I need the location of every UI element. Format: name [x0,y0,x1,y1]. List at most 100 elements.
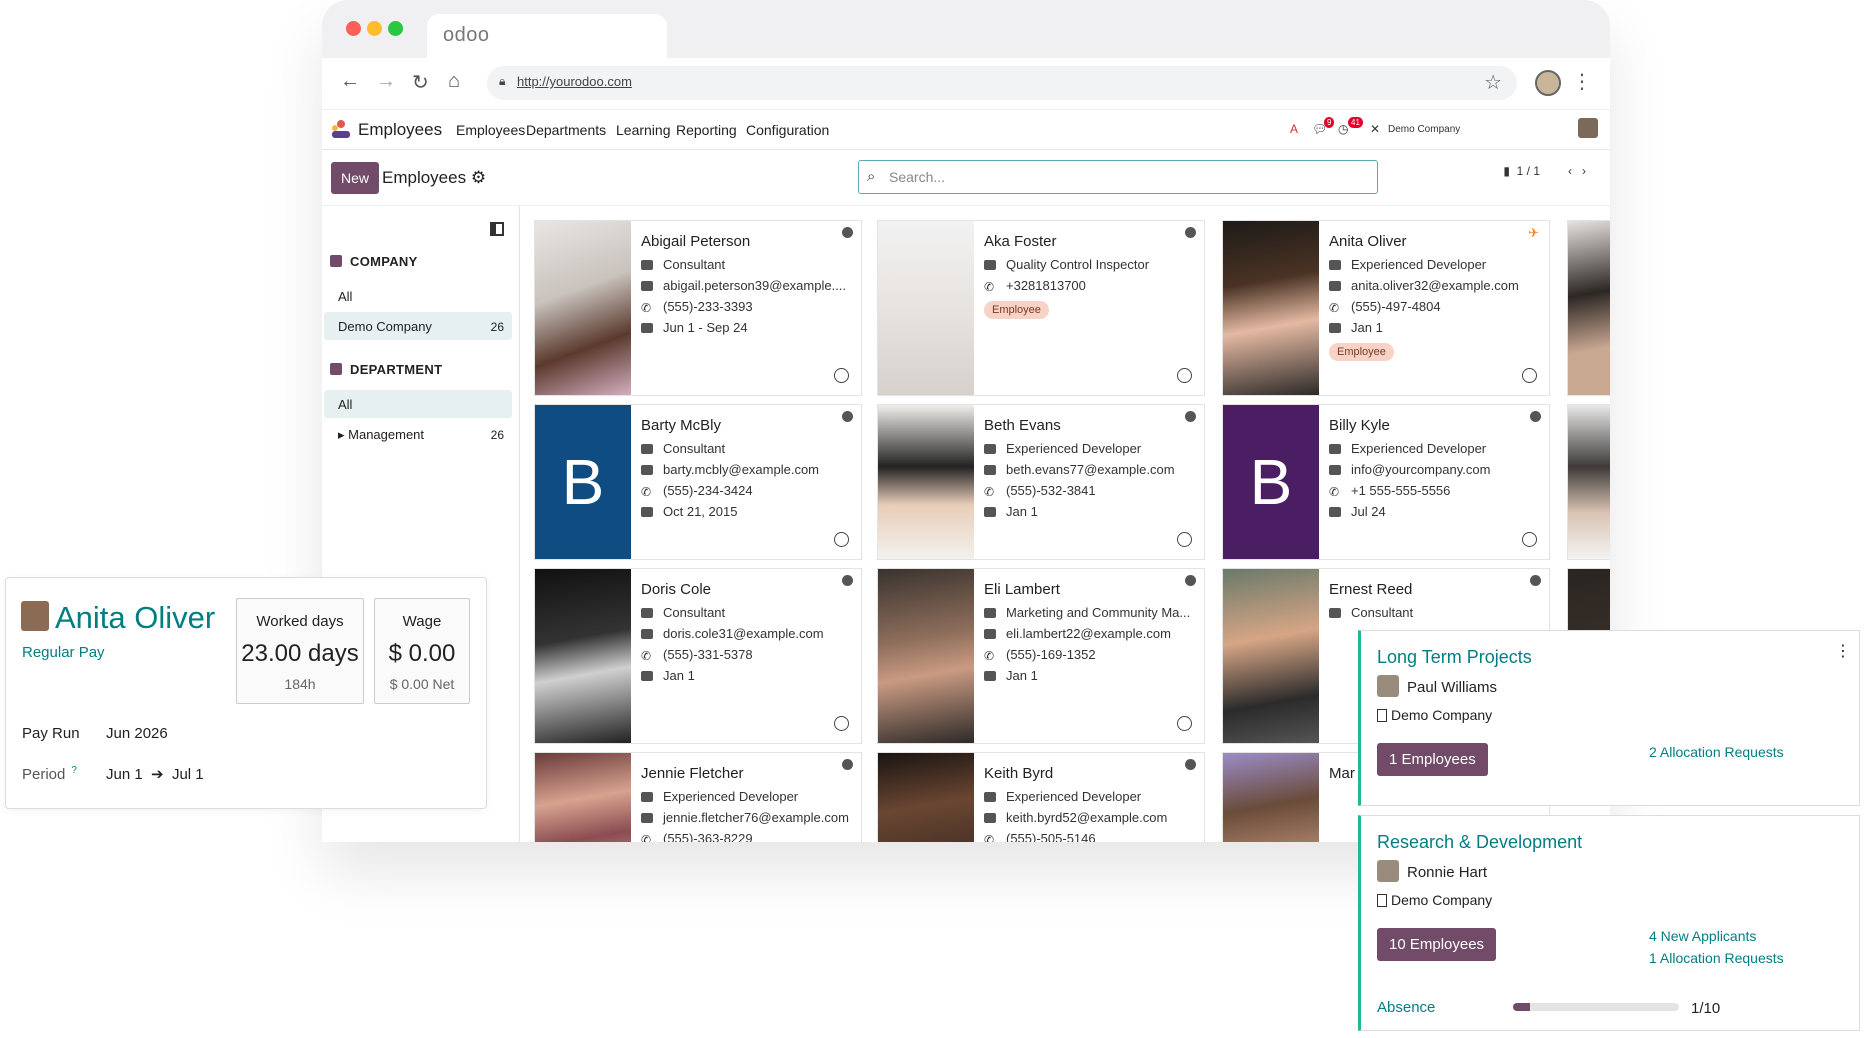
employee-card[interactable]: Aka Foster Quality Control Inspector ✆ +3… [877,220,1205,396]
briefcase-icon [984,444,996,454]
phone-icon: ✆ [641,649,652,662]
wage-net-value: $ 0.00 Net [389,676,455,692]
presence-status-icon [842,411,853,422]
caret-right-icon: ▸ [338,427,349,442]
worked-hours-value: 184h [284,676,316,692]
absence-label[interactable]: Absence [1377,999,1435,1016]
employee-name: Barty McBly [641,417,722,434]
employee-card[interactable]: B Billy Kyle Experienced Developer info@… [1222,404,1550,560]
stage: odoo ← → ↻ ⌂ 🔒︎ http://yourodoo.com ☆ ⋮ … [0,0,1867,1038]
presence-status-icon [842,227,853,238]
worked-days-value: 23.00 days [241,640,359,667]
employee-card[interactable]: Eli Lambert Marketing and Community Ma..… [877,568,1205,744]
absence-progress-fill [1513,1003,1530,1011]
period-range: Jun 1 ➔ Jul 1 [106,766,204,783]
payslip-card[interactable]: Anita Oliver Regular Pay Worked days 23.… [5,577,487,809]
employee-photo [535,569,631,743]
phone-icon: ✆ [641,833,652,842]
worked-days-stat[interactable]: Worked days 23.00 days 184h [236,598,364,704]
employee-name: Abigail Peterson [641,233,751,250]
employee-photo [1568,405,1610,559]
employees-button[interactable]: 1 Employees [1377,743,1488,776]
calendar-icon [641,323,653,333]
presence-status-icon [1185,411,1196,422]
briefcase-icon [1329,608,1341,618]
envelope-icon [641,813,653,823]
employee-photo [878,753,974,842]
employee-photo: B [535,405,631,559]
project-title[interactable]: Research & Development [1377,832,1582,853]
building-icon [330,255,342,267]
sidebar-item-company-all[interactable]: All [324,282,512,310]
calendar-icon [641,507,653,517]
employee-name: Keith Byrd [984,765,1054,782]
company-heading: COMPANY [330,254,418,269]
wage-label: Wage [402,613,442,630]
kebab-menu-icon[interactable]: ⋮ [1835,641,1851,661]
activity-clock-icon[interactable] [1177,532,1192,547]
calendar-icon [984,671,996,681]
envelope-icon [641,629,653,639]
project-card-long-term[interactable]: Long Term Projects Paul Williams Demo Co… [1358,630,1860,806]
activity-clock-icon[interactable] [1177,716,1192,731]
activity-clock-icon[interactable] [1522,532,1537,547]
allocation-requests-link[interactable]: 1 Allocation Requests [1649,950,1784,966]
employee-card[interactable]: Keith Byrd Experienced Developer keith.b… [877,752,1205,842]
employee-card[interactable]: Anita Oliver Experienced Developer anita… [1222,220,1550,396]
envelope-icon [984,465,996,475]
presence-status-icon [842,575,853,586]
employees-button[interactable]: 10 Employees [1377,928,1497,961]
users-icon [330,363,342,375]
employee-card[interactable]: B Barty McBly Consultant barty.mcbly@exa… [534,404,862,560]
employee-avatar [21,601,49,631]
wage-value: $ 0.00 [388,640,456,667]
employee-tag: Employee [984,301,1049,319]
envelope-icon [984,629,996,639]
sidebar-toggle-icon[interactable] [490,222,504,236]
phone-icon: ✆ [984,485,995,498]
employee-photo [878,405,974,559]
phone-icon: ✆ [984,833,995,842]
employee-photo [535,221,631,395]
employee-card[interactable]: Jennie Fletcher Experienced Developer je… [534,752,862,842]
presence-status-icon [1530,575,1541,586]
allocation-requests-link[interactable]: 2 Allocation Requests [1649,744,1784,760]
employee-photo [1223,569,1319,743]
employee-photo [1568,221,1610,395]
sidebar-item-demo-company[interactable]: Demo Company 26 [324,312,512,340]
calendar-icon [984,507,996,517]
employee-name: Doris Cole [641,581,712,598]
employee-card[interactable]: Abigail Peterson Consultant abigail.pete… [534,220,862,396]
employee-card[interactable]: Doris Cole Consultant doris.cole31@examp… [534,568,862,744]
activity-clock-icon[interactable] [834,532,849,547]
help-icon: ? [71,765,77,776]
payslip-type[interactable]: Regular Pay [22,644,105,661]
absence-value: 1/10 [1691,1000,1721,1017]
pay-run-label: Pay Run [22,725,80,742]
period-label: Period [22,766,66,783]
arrow-right-icon: ➔ [151,766,164,783]
project-company: Demo Company [1377,707,1492,723]
activity-clock-icon[interactable] [1522,368,1537,383]
briefcase-icon [984,260,996,270]
phone-icon: ✆ [1329,301,1340,314]
presence-status-icon [1185,227,1196,238]
phone-icon: ✆ [1329,485,1340,498]
project-card-research[interactable]: Research & Development Ronnie Hart Demo … [1358,815,1860,1031]
project-manager: Paul Williams [1377,675,1497,697]
payslip-employee-name[interactable]: Anita Oliver [21,600,215,636]
employee-card[interactable] [1567,220,1610,396]
activity-clock-icon[interactable] [834,368,849,383]
sidebar-item-department-all[interactable]: All [324,390,512,418]
wage-stat[interactable]: Wage $ 0.00 $ 0.00 Net [374,598,470,704]
employee-card[interactable]: Beth Evans Experienced Developer beth.ev… [877,404,1205,560]
project-title[interactable]: Long Term Projects [1377,647,1532,668]
sidebar-item-management[interactable]: ▸ Management 26 [324,420,512,448]
employee-name: Mar [1329,765,1355,782]
new-applicants-link[interactable]: 4 New Applicants [1649,928,1756,944]
activity-clock-icon[interactable] [834,716,849,731]
activity-clock-icon[interactable] [1177,368,1192,383]
employee-name: Aka Foster [984,233,1057,250]
employee-card[interactable] [1567,404,1610,560]
presence-status-icon [842,759,853,770]
